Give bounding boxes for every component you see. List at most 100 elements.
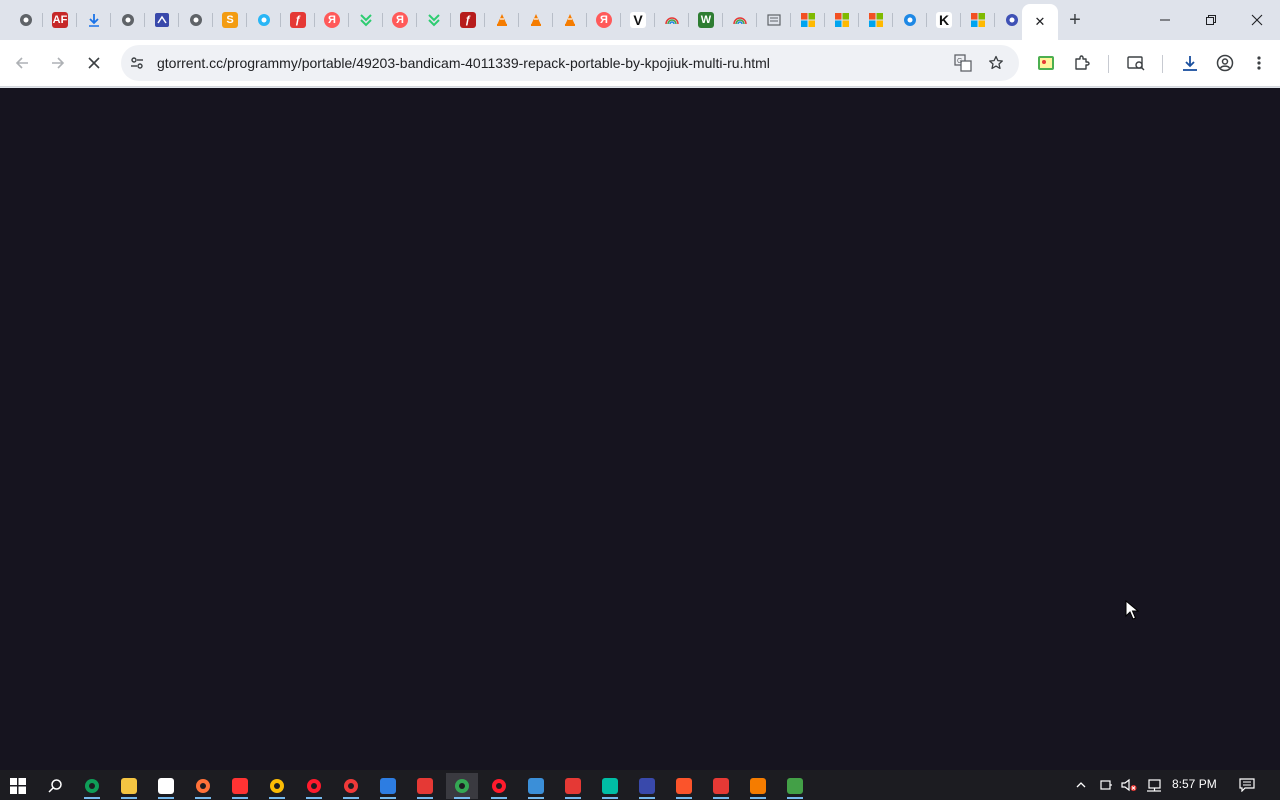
pinned-tab[interactable]: Я: [587, 4, 621, 36]
tab-strip: AF Sƒ Я Яƒ Я V W K ✕ +: [0, 0, 1280, 40]
store-icon: [158, 778, 174, 794]
taskbar-app-vlc[interactable]: [742, 773, 774, 799]
af-icon: AF: [52, 12, 68, 28]
taskbar-app-file-explorer[interactable]: [113, 773, 145, 799]
pinned-tab[interactable]: [757, 4, 791, 36]
pinned-tab[interactable]: [77, 4, 111, 36]
tray-chevron-icon[interactable]: [1072, 777, 1090, 793]
profile-button[interactable]: [1211, 49, 1239, 77]
pinned-tab[interactable]: [519, 4, 553, 36]
pinned-tab[interactable]: K: [927, 4, 961, 36]
taskbar-app-download-manager[interactable]: [557, 773, 589, 799]
forward-button[interactable]: [44, 49, 72, 77]
pinned-tab[interactable]: [791, 4, 825, 36]
taskbar-app-brave[interactable]: [668, 773, 700, 799]
taskbar-app-chart[interactable]: [705, 773, 737, 799]
volume-muted-icon[interactable]: [1120, 777, 1138, 793]
taskbar-app-vivaldi[interactable]: [335, 773, 367, 799]
back-button[interactable]: [8, 49, 36, 77]
microsoft-icon: [970, 12, 986, 28]
restore-button[interactable]: [1188, 0, 1234, 40]
stop-x-icon: [88, 57, 100, 69]
downloads-button[interactable]: [1176, 49, 1204, 77]
pinned-tab[interactable]: [961, 4, 995, 36]
taskbar-app-store[interactable]: [150, 773, 182, 799]
taskbar-app-firefox[interactable]: [187, 773, 219, 799]
taskbar-app-opera-gx[interactable]: [483, 773, 515, 799]
pinned-tab[interactable]: Я: [383, 4, 417, 36]
vlc-icon: [528, 12, 544, 28]
pinned-tab[interactable]: [111, 4, 145, 36]
opera-gx-icon: [491, 778, 507, 794]
pinned-tab[interactable]: [349, 4, 383, 36]
uptodown-icon: [426, 12, 442, 28]
pinned-tab[interactable]: [893, 4, 927, 36]
pinned-tab[interactable]: [553, 4, 587, 36]
pinned-tab[interactable]: Я: [315, 4, 349, 36]
pinned-tab[interactable]: [723, 4, 757, 36]
bookmark-star-icon[interactable]: [986, 53, 1006, 73]
active-tab[interactable]: ✕: [1022, 4, 1058, 40]
taskbar-app-chrome[interactable]: [261, 773, 293, 799]
action-center-icon[interactable]: [1238, 777, 1256, 793]
v-logo-icon: V: [630, 12, 646, 28]
address-bar[interactable]: gtorrent.cc/programmy/portable/49203-ban…: [121, 45, 1019, 81]
file-explorer-icon: [121, 778, 137, 794]
blue-circle-icon: [256, 12, 272, 28]
taskbar-clock[interactable]: 8:57 PM: [1172, 777, 1217, 791]
pinned-tab[interactable]: [485, 4, 519, 36]
new-tab-button[interactable]: +: [1063, 8, 1087, 32]
profile-icon: [1216, 54, 1234, 72]
pinned-tab[interactable]: S: [213, 4, 247, 36]
edge-icon: [84, 778, 100, 794]
taskbar-app-chrome[interactable]: [446, 773, 478, 799]
pinned-tab[interactable]: ƒ: [281, 4, 315, 36]
menu-button[interactable]: [1245, 49, 1273, 77]
taskbar-app-tools[interactable]: [520, 773, 552, 799]
taskbar-app-opera[interactable]: [298, 773, 330, 799]
site-info-icon[interactable]: [127, 53, 147, 73]
close-window-button[interactable]: [1234, 0, 1280, 40]
pinned-tab[interactable]: [655, 4, 689, 36]
toolbar-divider: [1162, 55, 1163, 73]
network-icon[interactable]: [1145, 777, 1163, 793]
taskbar-app-search[interactable]: [39, 773, 71, 799]
tab-search-button[interactable]: [1122, 49, 1150, 77]
device-icon[interactable]: [1097, 777, 1115, 793]
download-icon: [1183, 56, 1197, 71]
flash-player-icon: ƒ: [460, 12, 476, 28]
pinned-tab[interactable]: [417, 4, 451, 36]
taskbar-app-camera[interactable]: [409, 773, 441, 799]
pinned-tab[interactable]: [825, 4, 859, 36]
vlc-icon: [750, 778, 766, 794]
pinned-tab[interactable]: [145, 4, 179, 36]
pinned-tab[interactable]: [859, 4, 893, 36]
taskbar-app-yandex[interactable]: [224, 773, 256, 799]
pinned-tab[interactable]: ƒ: [451, 4, 485, 36]
pinned-tab[interactable]: [179, 4, 213, 36]
shield-icon: [380, 778, 396, 794]
translate-icon[interactable]: G: [953, 53, 973, 73]
k-logo-icon: K: [936, 12, 952, 28]
taskbar-app-castle[interactable]: [631, 773, 663, 799]
pinned-tab[interactable]: W: [689, 4, 723, 36]
pinned-tab[interactable]: V: [621, 4, 655, 36]
windows-taskbar: 8:57 PM: [0, 770, 1280, 800]
minimize-button[interactable]: [1142, 0, 1188, 40]
chrome-icon: [454, 778, 470, 794]
pinned-tab[interactable]: [9, 4, 43, 36]
taskbar-app-uptodown[interactable]: [779, 773, 811, 799]
pinned-tab[interactable]: [247, 4, 281, 36]
restore-icon: [1206, 15, 1216, 25]
url-text[interactable]: gtorrent.cc/programmy/portable/49203-ban…: [157, 55, 770, 71]
close-tab-icon[interactable]: ✕: [1035, 14, 1046, 30]
taskbar-app-shield[interactable]: [372, 773, 404, 799]
pinned-tab[interactable]: AF: [43, 4, 77, 36]
start-button[interactable]: [2, 773, 34, 799]
castle-icon: [639, 778, 655, 794]
extension-button[interactable]: [1032, 49, 1060, 77]
stop-loading-button[interactable]: [80, 49, 108, 77]
taskbar-app-play-store[interactable]: [594, 773, 626, 799]
taskbar-app-edge[interactable]: [76, 773, 108, 799]
extensions-button[interactable]: [1068, 49, 1096, 77]
